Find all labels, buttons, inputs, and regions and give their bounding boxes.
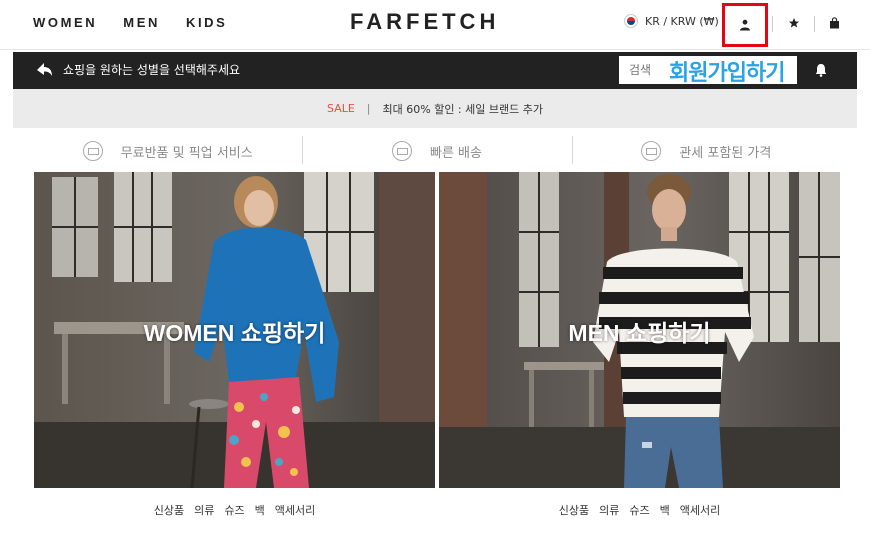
sale-banner[interactable]: SALE | 최대 60% 할인 : 세일 브랜드 추가 — [13, 89, 857, 128]
return-icon — [82, 141, 103, 161]
banner-separator: | — [366, 102, 371, 115]
service-label: 빠른 배송 — [430, 145, 482, 161]
women-category-links: 신상품 의류 슈즈 백 액세서리 — [34, 488, 435, 532]
services-strip: 무료반품 및 픽업 서비스 빠른 배송 관세 포함된 가격 — [33, 133, 841, 169]
farfetch-logo[interactable]: FARFETCH — [350, 9, 495, 35]
men-hero-label: MEN 쇼핑하기 — [568, 320, 711, 346]
region-selector[interactable]: KR / KRW (₩) — [624, 14, 719, 28]
men-category-accessories[interactable]: 액세서리 — [680, 502, 720, 518]
gender-prompt-text: 쇼핑을 원하는 성별을 선택해주세요 — [63, 63, 241, 77]
women-category-new-in[interactable]: 신상품 — [154, 502, 184, 518]
nav-kids[interactable]: KIDS — [186, 15, 227, 30]
bell-icon — [815, 64, 827, 77]
women-category-bags[interactable]: 백 — [255, 502, 265, 518]
men-category-clothing[interactable]: 의류 — [599, 502, 619, 518]
nav-men[interactable]: MEN — [123, 15, 160, 30]
men-category-links: 신상품 의류 슈즈 백 액세서리 — [439, 488, 840, 532]
bag-button[interactable] — [824, 13, 844, 33]
women-category-clothing[interactable]: 의류 — [194, 502, 214, 518]
service-fast-delivery[interactable]: 빠른 배송 — [302, 133, 571, 169]
men-category-new-in[interactable]: 신상품 — [559, 502, 589, 518]
women-category-shoes[interactable]: 슈즈 — [224, 502, 244, 518]
header-divider — [814, 16, 815, 32]
men-hero-banner[interactable]: MEN 쇼핑하기 — [439, 172, 840, 488]
region-currency-label: KR / KRW (₩) — [645, 14, 719, 28]
search-input[interactable] — [629, 63, 669, 77]
nav-women[interactable]: WOMEN — [33, 15, 97, 30]
men-category-bags[interactable]: 백 — [660, 502, 670, 518]
sale-label: SALE — [327, 102, 355, 115]
duties-icon — [641, 141, 662, 161]
user-icon — [740, 19, 750, 31]
gender-prompt[interactable]: 쇼핑을 원하는 성별을 선택해주세요 — [35, 61, 240, 78]
star-icon — [789, 18, 799, 28]
delivery-icon — [392, 141, 412, 161]
signup-annotation: 회원가입하기 — [669, 61, 785, 86]
bag-icon — [829, 17, 839, 29]
top-header: WOMEN MEN KIDS FARFETCH KR / KRW (₩) — [0, 0, 870, 50]
service-label: 관세 포함된 가격 — [679, 145, 772, 161]
arrow-icon — [37, 62, 52, 76]
men-category-shoes[interactable]: 슈즈 — [629, 502, 649, 518]
sale-banner-text: 최대 60% 할인 : 세일 브랜드 추가 — [382, 102, 543, 116]
wishlist-button[interactable] — [784, 13, 804, 33]
women-hero-banner[interactable]: WOMEN 쇼핑하기 — [34, 172, 435, 488]
korea-flag-icon — [624, 14, 638, 28]
gender-nav: WOMEN MEN KIDS — [33, 15, 227, 30]
gender-prompt-bar: 쇼핑을 원하는 성별을 선택해주세요 회원가입하기 — [13, 52, 857, 89]
service-label: 무료반품 및 픽업 서비스 — [120, 145, 253, 161]
notifications-button[interactable] — [815, 62, 827, 81]
service-free-returns[interactable]: 무료반품 및 픽업 서비스 — [33, 133, 302, 169]
service-duties-included[interactable]: 관세 포함된 가격 — [571, 133, 841, 169]
women-category-accessories[interactable]: 액세서리 — [275, 502, 315, 518]
account-button[interactable] — [722, 3, 768, 47]
header-divider — [772, 16, 773, 32]
women-hero-label: WOMEN 쇼핑하기 — [143, 320, 326, 346]
